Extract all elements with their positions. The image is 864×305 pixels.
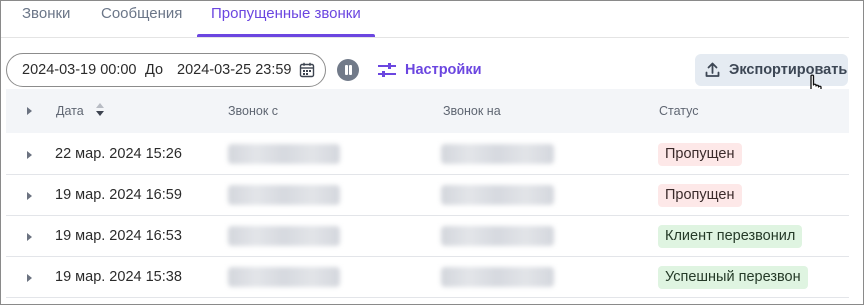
pause-button[interactable] — [337, 59, 359, 81]
tab-missed-calls[interactable]: Пропущенные звонки — [211, 5, 361, 22]
export-label: Экспортировать — [729, 62, 848, 78]
callee-number-redacted — [441, 144, 554, 164]
export-button[interactable]: Экспортировать — [695, 54, 848, 86]
date-range-separator: До — [145, 62, 164, 78]
callee-number-redacted — [441, 226, 554, 246]
table-row[interactable]: 19 мар. 2024 16:53 Клиент перезвонил — [6, 216, 849, 257]
upload-icon — [705, 62, 720, 77]
callee-number-redacted — [441, 185, 554, 205]
call-date: 19 мар. 2024 16:59 — [55, 187, 182, 203]
call-date: 22 мар. 2024 15:26 — [55, 146, 182, 162]
status-badge: Клиент перезвонил — [658, 225, 803, 248]
date-to-value[interactable]: 2024-03-25 23:59 — [177, 62, 292, 78]
table-row[interactable]: 19 мар. 2024 16:59 Пропущен — [6, 175, 849, 216]
table-row[interactable]: 19 мар. 2024 15:38 Успешный перезвон — [6, 257, 849, 298]
status-badge: Пропущен — [658, 143, 742, 166]
caller-number-redacted — [228, 267, 340, 287]
expand-row-icon[interactable] — [27, 274, 32, 282]
calls-panel: Звонки Сообщения Пропущенные звонки 2024… — [0, 0, 864, 305]
column-header-status: Статус — [659, 104, 699, 118]
status-badge: Успешный перезвон — [658, 266, 808, 289]
caller-number-redacted — [228, 144, 340, 164]
callee-number-redacted — [441, 267, 554, 287]
call-date: 19 мар. 2024 15:38 — [55, 269, 182, 285]
table-row[interactable]: 22 мар. 2024 15:26 Пропущен — [6, 134, 849, 175]
date-range-picker[interactable]: 2024-03-19 00:00 До 2024-03-25 23:59 — [6, 53, 326, 87]
call-date: 19 мар. 2024 16:53 — [55, 228, 182, 244]
active-tab-indicator — [197, 34, 375, 37]
column-header-caller: Звонок с — [228, 104, 279, 118]
caller-number-redacted — [228, 226, 340, 246]
column-header-date[interactable]: Дата — [56, 104, 84, 118]
date-from-value[interactable]: 2024-03-19 00:00 — [22, 62, 137, 78]
tab-calls[interactable]: Звонки — [22, 5, 70, 22]
calendar-icon[interactable] — [299, 62, 315, 78]
sliders-icon — [378, 63, 396, 77]
expand-row-icon[interactable] — [27, 233, 32, 241]
tab-bar: Звонки Сообщения Пропущенные звонки — [1, 1, 849, 38]
status-badge: Пропущен — [658, 184, 742, 207]
column-header-callee: Звонок на — [443, 104, 501, 118]
table-header: Дата Звонок с Звонок на Статус — [6, 89, 849, 133]
expand-all-icon[interactable] — [27, 107, 32, 115]
tab-messages[interactable]: Сообщения — [101, 5, 182, 22]
expand-row-icon[interactable] — [27, 192, 32, 200]
settings-button[interactable]: Настройки — [377, 59, 482, 81]
caller-number-redacted — [228, 185, 340, 205]
settings-label: Настройки — [405, 62, 482, 78]
expand-row-icon[interactable] — [27, 151, 32, 159]
sort-icon[interactable] — [96, 103, 104, 117]
